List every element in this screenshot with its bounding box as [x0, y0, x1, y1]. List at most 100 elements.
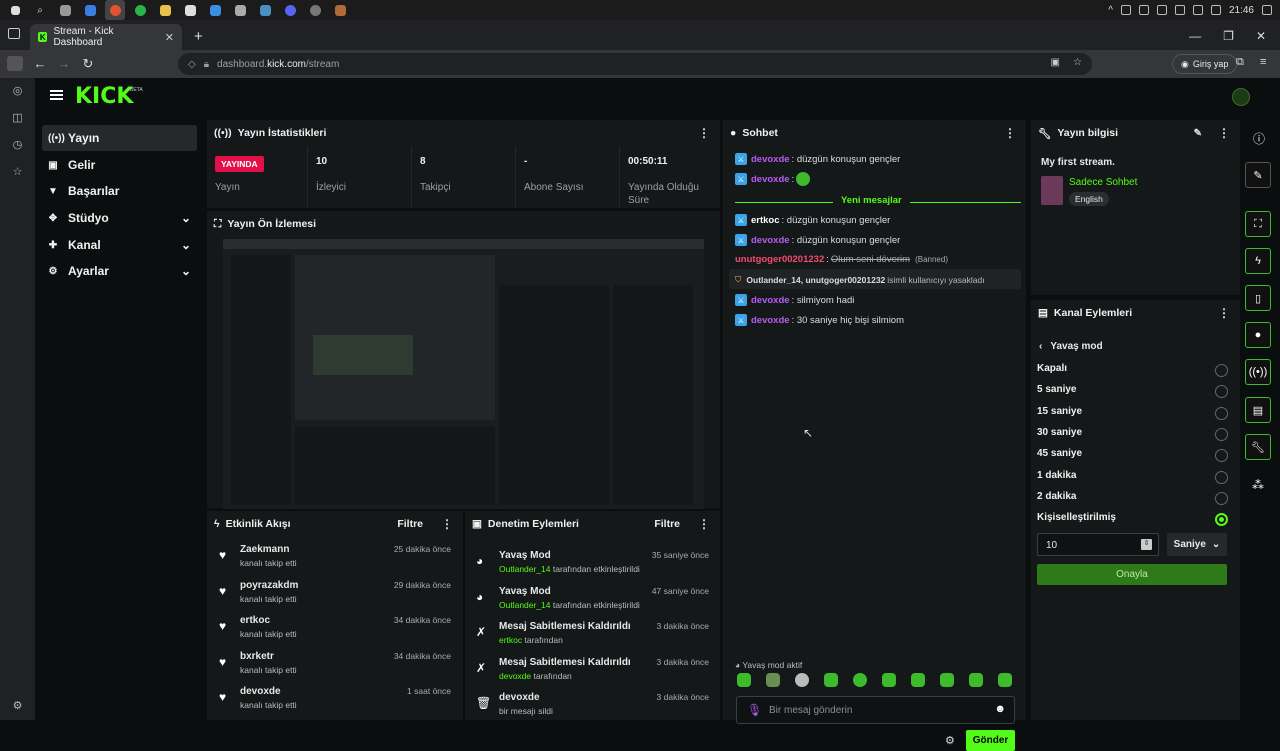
maximize-icon[interactable]: ❐: [1223, 29, 1234, 43]
chevron-down-icon[interactable]: ⌄: [181, 264, 191, 278]
history-icon[interactable]: ◫: [12, 111, 22, 124]
sidebar-item-yayin[interactable]: ((•)) Yayın: [42, 125, 197, 151]
stream-info-toggle-button[interactable]: 🔧︎: [1245, 434, 1271, 460]
radio-button[interactable]: [1215, 492, 1228, 505]
emote-icon[interactable]: [940, 673, 954, 687]
taskview-icon[interactable]: [55, 0, 75, 20]
chat-username[interactable]: unutgoger00201232: [735, 254, 824, 265]
menu-icon[interactable]: ≡: [1260, 56, 1266, 68]
search-icon[interactable]: ⌕: [30, 0, 50, 20]
close-window-icon[interactable]: ✕: [1256, 29, 1266, 43]
workspaces-icon[interactable]: [8, 28, 20, 39]
list-item[interactable]: ✗ Mesaj Sabitlemesi Kaldırıldı devoxde t…: [465, 654, 721, 690]
slow-mode-option[interactable]: 5 saniye: [1037, 384, 1228, 402]
stepper-icon[interactable]: ⇕: [1141, 539, 1152, 550]
login-button[interactable]: ◉ Giriş yap: [1172, 54, 1238, 74]
slow-mode-option[interactable]: 30 saniye: [1037, 427, 1228, 445]
slow-mode-option[interactable]: Kapalı: [1037, 363, 1228, 381]
sidebar-item-studyo[interactable]: ✥ Stüdyo ⌄: [42, 205, 197, 231]
sidebar-toggle-icon[interactable]: [7, 56, 23, 71]
preview-toggle-button[interactable]: ⛶: [1245, 211, 1271, 237]
avatar[interactable]: [1232, 88, 1250, 106]
emote-icon[interactable]: [882, 673, 896, 687]
more-options-icon[interactable]: ⋮: [1004, 126, 1016, 140]
emote-icon[interactable]: [766, 673, 780, 687]
chat-username[interactable]: devoxde: [751, 154, 790, 165]
chat-username[interactable]: devoxde: [751, 315, 790, 326]
emote-icon[interactable]: [998, 673, 1012, 687]
emote-icon[interactable]: [795, 673, 809, 687]
slow-mode-option[interactable]: 1 dakika: [1037, 470, 1228, 488]
sidebar-item-basarilar[interactable]: ▼ Başarılar: [42, 178, 197, 204]
app-icon[interactable]: [230, 0, 250, 20]
clock[interactable]: 21:46: [1229, 5, 1254, 16]
emoji-icon[interactable]: ☻: [994, 703, 1006, 715]
chat-message[interactable]: ⚔ devoxde : 30 saniye hiç bişi silmiom: [735, 314, 904, 326]
browser-tab[interactable]: K Stream - Kick Dashboard ✕: [30, 24, 182, 50]
chevron-up-icon[interactable]: ^: [1108, 5, 1113, 16]
settings-icon[interactable]: ⚙: [13, 699, 23, 712]
close-tab-icon[interactable]: ✕: [165, 31, 174, 44]
list-item[interactable]: ♥ ertkoc kanalı takip etti 34 dakika önc…: [207, 612, 463, 648]
windows-start-icon[interactable]: [5, 0, 25, 20]
hamburger-menu-icon[interactable]: [50, 90, 63, 100]
extensions-icon[interactable]: ⧉: [1236, 56, 1244, 69]
browser-app-icon[interactable]: [105, 0, 125, 20]
category-link[interactable]: Sadece Sohbet: [1069, 177, 1137, 188]
chevron-down-icon[interactable]: ⌄: [181, 211, 191, 225]
chat-message[interactable]: ⚔ ertkoc : düzgün konuşun gençler: [735, 214, 890, 226]
app-icon[interactable]: [80, 0, 100, 20]
kick-logo[interactable]: KICK: [75, 84, 133, 109]
emote-icon[interactable]: [911, 673, 925, 687]
forward-icon[interactable]: →: [52, 56, 76, 71]
filter-button[interactable]: Filtre: [654, 518, 680, 530]
list-item[interactable]: ◕ Yavaş Mod Outlander_14 tarafından etki…: [465, 583, 721, 619]
new-tab-icon[interactable]: +: [194, 28, 203, 45]
stats-toggle-button[interactable]: ((•)): [1245, 359, 1271, 385]
back-icon[interactable]: ←: [28, 56, 52, 71]
chat-message[interactable]: ⚔ devoxde : düzgün konuşun gençler: [735, 234, 900, 246]
sidebar-item-ayarlar[interactable]: ⚙ Ayarlar ⌄: [42, 258, 197, 284]
slow-mode-option[interactable]: 15 saniye: [1037, 406, 1228, 424]
chat-username[interactable]: devoxde: [751, 235, 790, 246]
screenshot-icon[interactable]: ▣: [1051, 57, 1060, 68]
chat-username[interactable]: devoxde: [751, 295, 790, 306]
chat-username[interactable]: devoxde: [751, 174, 790, 185]
notification-icon[interactable]: [1262, 5, 1272, 15]
list-item[interactable]: ✗ Mesaj Sabitlemesi Kaldırıldı ertkoc ta…: [465, 618, 721, 654]
ai-icon[interactable]: ◎: [13, 84, 23, 97]
unit-dropdown[interactable]: Saniye ⌄: [1167, 533, 1227, 556]
app-icon[interactable]: [305, 0, 325, 20]
custom-seconds-input[interactable]: 10 ⇕: [1037, 533, 1159, 556]
list-item[interactable]: ♥ Zaekmann kanalı takip etti 25 dakika ö…: [207, 541, 463, 577]
chat-username[interactable]: ertkoc: [751, 215, 780, 226]
tray-icon[interactable]: [1192, 5, 1203, 15]
widgets-icon[interactable]: ⁂: [1252, 478, 1264, 492]
shield-icon[interactable]: ◇: [188, 59, 196, 70]
chat-toggle-button[interactable]: ●: [1245, 322, 1271, 348]
list-item[interactable]: ♥ poyrazakdm kanalı takip etti 29 dakika…: [207, 577, 463, 613]
whatsapp-icon[interactable]: [130, 0, 150, 20]
slow-mode-option-selected[interactable]: Kişiselleştirilmiş: [1037, 512, 1228, 530]
chat-message[interactable]: ⚔ devoxde :: [735, 172, 811, 186]
minimize-icon[interactable]: —: [1189, 29, 1201, 43]
more-options-icon[interactable]: ⋮: [698, 517, 710, 531]
list-item[interactable]: ♥ bxrketr kanalı takip etti 34 dakika ön…: [207, 648, 463, 684]
sidebar-item-kanal[interactable]: ✚ Kanal ⌄: [42, 232, 197, 258]
radio-button[interactable]: [1215, 449, 1228, 462]
app-icon[interactable]: [255, 0, 275, 20]
stream-preview-video[interactable]: [223, 239, 704, 509]
filter-button[interactable]: Filtre: [397, 518, 423, 530]
discord-icon[interactable]: [280, 0, 300, 20]
radio-button[interactable]: [1215, 471, 1228, 484]
list-item[interactable]: ♥ devoxde kanalı takip etti 1 saat önce: [207, 683, 463, 719]
more-options-icon[interactable]: ⋮: [698, 126, 710, 140]
favorites-icon[interactable]: ☆: [13, 165, 23, 178]
radio-button[interactable]: [1215, 407, 1228, 420]
emote-icon[interactable]: [853, 673, 867, 687]
clock-icon[interactable]: ◷: [13, 138, 23, 151]
emote-icon[interactable]: [824, 673, 838, 687]
slow-mode-option[interactable]: 2 dakika: [1037, 491, 1228, 509]
more-options-icon[interactable]: ⋮: [1218, 126, 1230, 140]
chevron-down-icon[interactable]: ⌄: [181, 238, 191, 252]
